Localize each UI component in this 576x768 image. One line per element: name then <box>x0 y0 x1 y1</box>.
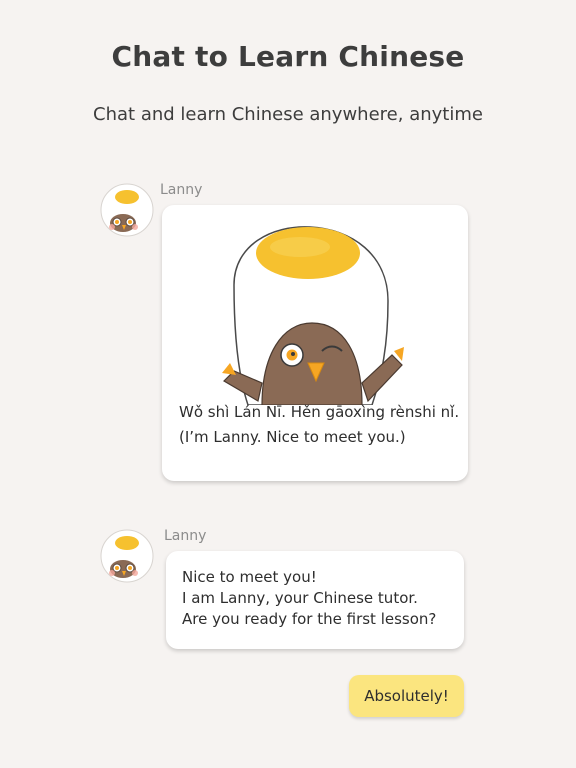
reply-bubble-absolutely[interactable]: Absolutely! <box>349 675 464 717</box>
message-line: Are you ready for the first lesson? <box>182 610 437 628</box>
message-line: I am Lanny, your Chinese tutor. <box>182 589 418 607</box>
message-bubble-image: Wǒ shì Lán Nī. Hěn gāoxìng rènshi nǐ. (I… <box>162 205 468 481</box>
avatar <box>100 183 154 237</box>
message-pinyin: Wǒ shì Lán Nī. Hěn gāoxìng rènshi nǐ. <box>179 403 460 421</box>
page-subtitle: Chat and learn Chinese anywhere, anytime <box>93 104 483 125</box>
page-title: Chat to Learn Chinese <box>111 40 465 73</box>
egg-bird-avatar-icon <box>100 529 154 583</box>
sender-name: Lanny <box>160 182 203 198</box>
message-bubble-text: Nice to meet you! I am Lanny, your Chine… <box>166 551 464 649</box>
egg-bird-illustration-icon <box>222 226 404 405</box>
message-translation: (I’m Lanny. Nice to meet you.) <box>179 428 406 446</box>
sender-name: Lanny <box>164 528 207 544</box>
avatar <box>100 529 154 583</box>
message-line: Nice to meet you! <box>182 568 317 586</box>
egg-bird-avatar-icon <box>100 183 154 237</box>
